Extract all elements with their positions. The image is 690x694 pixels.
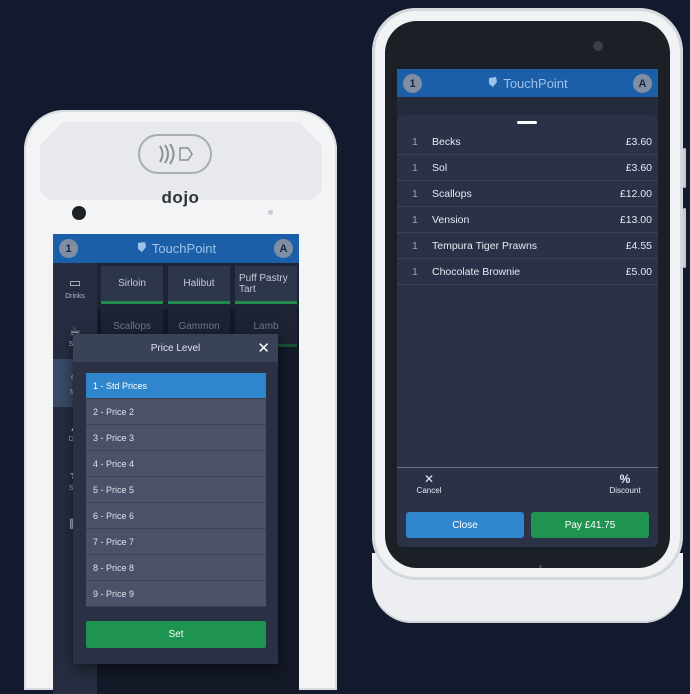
price-option[interactable]: 4 - Price 4: [86, 451, 266, 477]
drag-handle[interactable]: [517, 121, 537, 124]
price-option[interactable]: 1 - Std Prices: [86, 373, 266, 399]
line-qty: 1: [412, 213, 418, 226]
price-option[interactable]: 3 - Price 3: [86, 425, 266, 451]
line-name: Sol: [432, 161, 448, 174]
line-price: £13.00: [619, 213, 652, 226]
divider: [397, 467, 658, 468]
price-option[interactable]: 9 - Price 9: [86, 581, 266, 607]
contactless-icon: [138, 134, 212, 174]
category-strip: [397, 97, 658, 117]
line-qty: 1: [412, 265, 418, 278]
line-name: Chocolate Brownie: [432, 265, 521, 278]
line-price: £5.00: [625, 265, 652, 278]
order-line[interactable]: 1 Vension £13.00: [397, 207, 658, 233]
product-tile[interactable]: Puff Pastry Tart: [235, 266, 297, 304]
cup-icon: ▭: [68, 274, 82, 290]
line-qty: 1: [412, 187, 418, 200]
user-badge[interactable]: A: [633, 74, 652, 93]
pay-button[interactable]: Pay £41.75: [531, 512, 649, 538]
app-title: TouchPoint: [151, 241, 217, 256]
price-level-list: 1 - Std Prices 2 - Price 2 3 - Price 3 4…: [86, 373, 266, 607]
line-price: £4.55: [625, 239, 652, 252]
volume-button: [683, 148, 686, 188]
percent-icon: %: [619, 472, 631, 486]
line-qty: 1: [412, 161, 418, 174]
price-option[interactable]: 5 - Price 5: [86, 477, 266, 503]
close-icon: ✕: [423, 472, 435, 486]
order-line[interactable]: 1 Sol £3.60: [397, 155, 658, 181]
table-badge[interactable]: 1: [403, 74, 422, 93]
discount-action[interactable]: % Discount: [605, 473, 645, 495]
line-price: £3.60: [625, 161, 652, 174]
modal-header: Price Level ✕: [73, 334, 278, 362]
app-header: 1 TouchPoint A: [53, 234, 299, 263]
line-name: Vension: [432, 213, 470, 226]
nav-item-drinks[interactable]: ▭ Drinks: [53, 263, 97, 311]
line-price: £12.00: [619, 187, 652, 200]
power-button: [683, 208, 686, 268]
app-header: 1 TouchPoint A: [397, 69, 658, 97]
close-button[interactable]: Close: [406, 512, 524, 538]
discount-label: Discount: [609, 486, 641, 495]
set-button[interactable]: Set: [86, 621, 266, 648]
touchpoint-logo-icon: [487, 76, 499, 91]
right-screen: 1 TouchPoint A 1 Becks £3.60 1 Sol £3.60…: [397, 69, 658, 547]
app-title: TouchPoint: [503, 75, 568, 91]
product-tile[interactable]: Sirloin: [101, 266, 163, 304]
light-sensor: [268, 210, 273, 215]
order-list: 1 Becks £3.60 1 Sol £3.60 1 Scallops £12…: [397, 129, 658, 285]
handheld-terminal: 1 TouchPoint A 1 Becks £3.60 1 Sol £3.60…: [372, 8, 686, 580]
order-bottom-sheet: 1 Becks £3.60 1 Sol £3.60 1 Scallops £12…: [397, 115, 658, 547]
table-badge[interactable]: 1: [59, 239, 78, 258]
line-name: Becks: [432, 135, 461, 148]
brand-logo: dojo: [161, 188, 200, 207]
price-option[interactable]: 2 - Price 2: [86, 399, 266, 425]
order-line[interactable]: 1 Scallops £12.00: [397, 181, 658, 207]
camera-icon: [72, 206, 86, 220]
nav-label: Drinks: [65, 292, 85, 300]
camera-icon: [593, 41, 603, 51]
line-price: £3.60: [625, 135, 652, 148]
close-icon[interactable]: ✕: [257, 339, 270, 357]
line-name: Scallops: [432, 187, 472, 200]
cancel-label: Cancel: [416, 486, 442, 495]
price-level-modal: Price Level ✕ 1 - Std Prices 2 - Price 2…: [73, 334, 278, 664]
touchpoint-logo-icon: [136, 241, 148, 256]
line-qty: 1: [412, 135, 418, 148]
product-tile[interactable]: Halibut: [168, 266, 230, 304]
screen-bezel: 1 TouchPoint A 1 Becks £3.60 1 Sol £3.60…: [385, 21, 670, 568]
home-indicator: [539, 565, 542, 568]
price-option[interactable]: 8 - Price 8: [86, 555, 266, 581]
user-badge[interactable]: A: [274, 239, 293, 258]
cancel-action[interactable]: ✕ Cancel: [409, 473, 449, 495]
order-line[interactable]: 1 Tempura Tiger Prawns £4.55: [397, 233, 658, 259]
modal-title: Price Level: [150, 342, 201, 354]
line-name: Tempura Tiger Prawns: [432, 239, 538, 252]
line-qty: 1: [412, 239, 418, 252]
order-line[interactable]: 1 Chocolate Brownie £5.00: [397, 259, 658, 285]
order-line[interactable]: 1 Becks £3.60: [397, 129, 658, 155]
price-option[interactable]: 6 - Price 6: [86, 503, 266, 529]
price-option[interactable]: 7 - Price 7: [86, 529, 266, 555]
